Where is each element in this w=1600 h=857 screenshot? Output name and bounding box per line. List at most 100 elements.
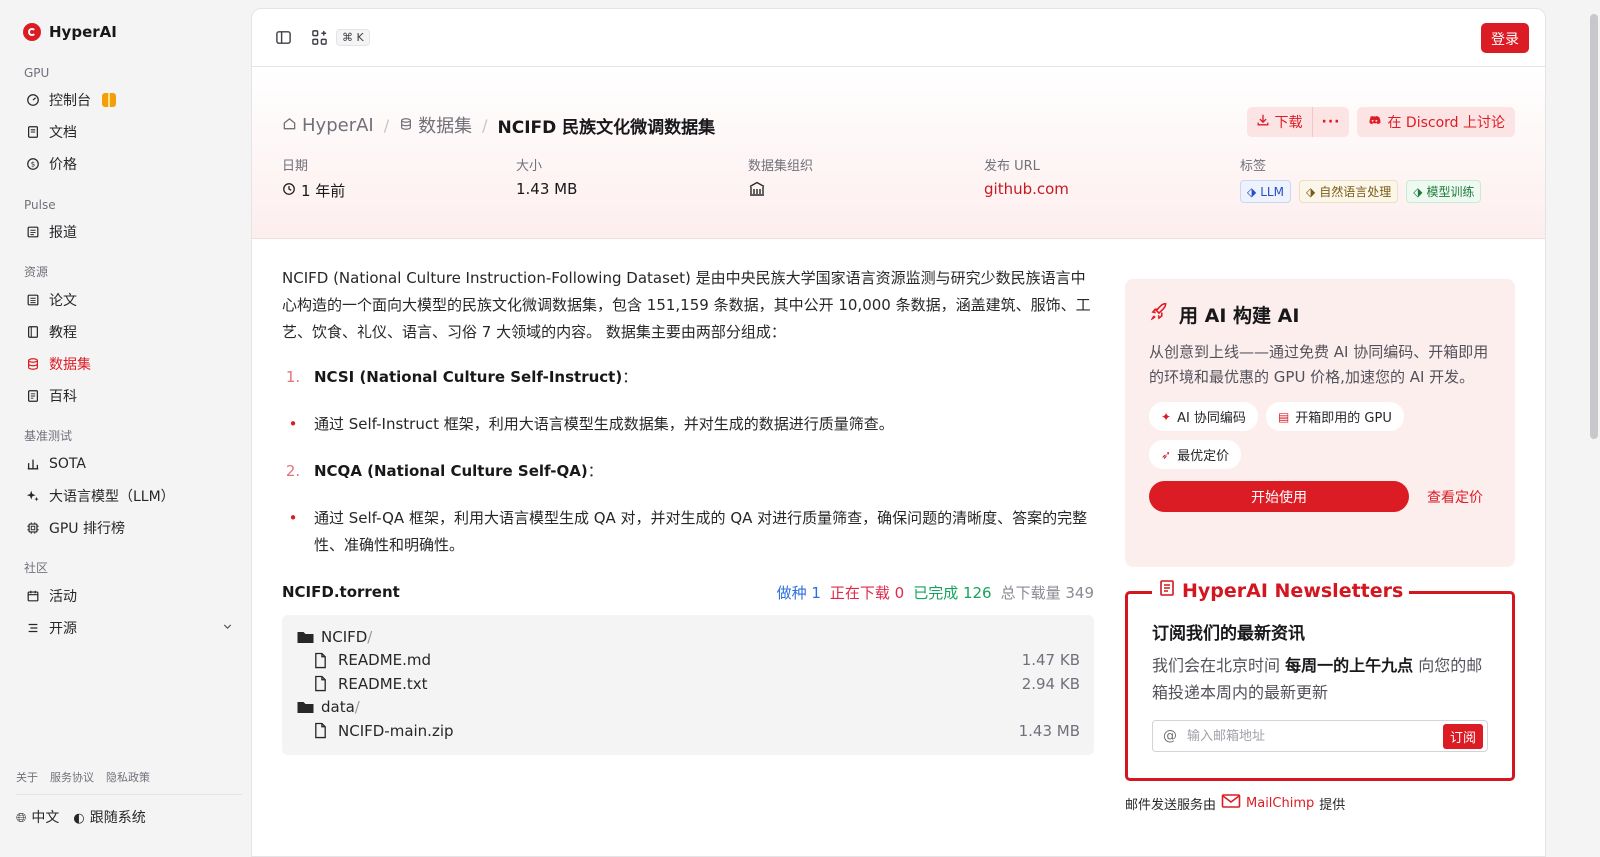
sidebar-item-gpu-leaderboard[interactable]: GPU 排行榜 bbox=[16, 512, 242, 544]
feature-chip: ▤ 开箱即用的 GPU bbox=[1265, 402, 1404, 431]
bullet-icon: • bbox=[288, 509, 298, 527]
meta-tags: 标签 ⬗ LLM ⬗ 自然语言处理 ⬗ 模型训练 bbox=[1240, 155, 1482, 203]
chevron-down-icon[interactable] bbox=[221, 620, 234, 636]
scrollbar[interactable] bbox=[1590, 14, 1598, 439]
sidebar-item-news[interactable]: 报道 bbox=[16, 216, 242, 248]
privacy-link[interactable]: 隐私政策 bbox=[106, 769, 150, 785]
file-row[interactable]: NCIFD-main.zip 1.43 MB bbox=[296, 719, 1080, 743]
section-title-benchmarks: 基准测试 bbox=[24, 429, 73, 443]
brand[interactable]: HyperAI bbox=[16, 0, 242, 64]
tag-nlp[interactable]: ⬗ 自然语言处理 bbox=[1298, 180, 1399, 203]
terms-link[interactable]: 服务协议 bbox=[50, 769, 94, 785]
file-icon bbox=[313, 722, 333, 739]
footer-divider bbox=[16, 794, 242, 795]
list-item: 1. NCSI (National Culture Self-Instruct)… bbox=[282, 364, 1094, 391]
cpu-icon bbox=[26, 521, 40, 535]
theme-icon: ◐ bbox=[73, 811, 85, 826]
menu-lines-icon bbox=[26, 621, 40, 635]
tag-label: 自然语言处理 bbox=[1319, 185, 1392, 199]
dataset-description: NCIFD (National Culture Instruction-Foll… bbox=[282, 265, 1094, 755]
meta-size-value: 1.43 MB bbox=[516, 180, 578, 198]
subscribe-button[interactable]: 订阅 bbox=[1442, 723, 1483, 749]
command-shortcut[interactable]: ⌘ K bbox=[336, 29, 370, 46]
svg-text:$: $ bbox=[31, 161, 35, 169]
folder-slash: / bbox=[354, 698, 360, 717]
sidebar-item-pricing[interactable]: $ 价格 bbox=[16, 148, 242, 180]
breadcrumb-home-label: HyperAI bbox=[302, 114, 374, 136]
file-icon bbox=[313, 652, 333, 669]
source-url-link[interactable]: github.com bbox=[984, 180, 1069, 198]
tag-icon: ⬗ bbox=[1305, 184, 1316, 199]
sidebar-item-open-source[interactable]: 开源 bbox=[16, 612, 242, 644]
tag-llm[interactable]: ⬗ LLM bbox=[1240, 180, 1291, 203]
view-pricing-link[interactable]: 查看定价 bbox=[1427, 487, 1483, 507]
sidebar-item-tutorials[interactable]: 教程 bbox=[16, 316, 242, 348]
feature-chips: ✦ AI 协同编码 ▤ 开箱即用的 GPU ➶ 最优定价 bbox=[1149, 402, 1479, 469]
breadcrumb-separator: / bbox=[482, 115, 488, 135]
sidebar-item-sota[interactable]: SOTA bbox=[16, 448, 242, 480]
theme-switch[interactable]: ◐ 跟随系统 bbox=[73, 807, 145, 827]
home-icon bbox=[282, 115, 297, 136]
language-label: 中文 bbox=[31, 810, 60, 826]
file-size: 1.47 KB bbox=[1021, 651, 1080, 670]
list-number: 1. bbox=[285, 368, 301, 386]
sidebar-item-wiki[interactable]: 百科 bbox=[16, 380, 242, 412]
sidebar-item-papers[interactable]: 论文 bbox=[16, 284, 242, 316]
sparkles-icon: ✦ bbox=[1161, 409, 1172, 424]
rocket-icon: ➶ bbox=[1161, 447, 1172, 462]
sidebar-item-label: 活动 bbox=[49, 589, 77, 605]
server-icon: ▤ bbox=[1277, 409, 1290, 424]
intro-paragraph: NCIFD (National Culture Instruction-Foll… bbox=[282, 269, 1091, 341]
file-row[interactable]: NCIFD / bbox=[296, 625, 1080, 649]
sidebar-item-events[interactable]: 活动 bbox=[16, 580, 242, 612]
main-panel: ⌘ K 登录 HyperAI / 数据集 / NCIFD 民族文化微调数据集 下… bbox=[251, 8, 1546, 857]
language-switch[interactable]: 🌐︎ 中文 bbox=[16, 807, 59, 827]
download-icon bbox=[1256, 113, 1270, 131]
tag-label: 模型训练 bbox=[1426, 185, 1475, 199]
footer-links: 关于 服务协议 隐私政策 bbox=[16, 769, 150, 785]
tag-model-training[interactable]: ⬗ 模型训练 bbox=[1406, 180, 1482, 203]
discord-button[interactable]: 在 Discord 上讨论 bbox=[1357, 107, 1515, 137]
meta-date: 日期 1 年前 bbox=[282, 155, 345, 201]
sidebar-item-llm[interactable]: 大语言模型（LLM） bbox=[16, 480, 242, 512]
newsletter-text-pre: 我们会在北京时间 bbox=[1152, 656, 1286, 675]
component-list: 1. NCSI (National Culture Self-Instruct)… bbox=[282, 364, 1094, 559]
sidebar-item-docs[interactable]: 文档 bbox=[16, 116, 242, 148]
promo-actions: 开始使用 查看定价 bbox=[1149, 481, 1491, 512]
apps-grid-icon[interactable] bbox=[308, 27, 330, 49]
file-row[interactable]: data / bbox=[296, 696, 1080, 720]
file-icon bbox=[313, 675, 333, 692]
sidebar-item-datasets[interactable]: 数据集 bbox=[16, 348, 242, 380]
file-row[interactable]: README.txt 2.94 KB bbox=[296, 672, 1080, 696]
hyperai-logo-icon bbox=[23, 23, 41, 41]
section-title-resources: 资源 bbox=[24, 265, 49, 279]
sidebar-toggle-icon[interactable] bbox=[272, 27, 294, 49]
sidebar-item-label: SOTA bbox=[49, 456, 86, 472]
login-button[interactable]: 登录 bbox=[1481, 22, 1529, 53]
dollar-circle-icon: $ bbox=[26, 157, 40, 171]
book-icon bbox=[26, 125, 40, 139]
tag-label: LLM bbox=[1260, 184, 1284, 199]
gauge-icon bbox=[26, 93, 40, 107]
file-row[interactable]: README.md 1.47 KB bbox=[296, 649, 1080, 673]
breadcrumb-home[interactable]: HyperAI bbox=[282, 115, 374, 136]
discord-icon bbox=[1367, 113, 1382, 132]
about-link[interactable]: 关于 bbox=[16, 769, 38, 785]
start-button[interactable]: 开始使用 bbox=[1149, 481, 1409, 512]
file-size: 2.94 KB bbox=[1021, 674, 1080, 693]
sidebar-item-console[interactable]: 控制台 bbox=[16, 84, 242, 116]
gift-icon bbox=[102, 93, 116, 107]
sidebar-item-label: 价格 bbox=[49, 157, 77, 173]
mailchimp-link[interactable]: MailChimp bbox=[1246, 796, 1314, 811]
institution-icon[interactable] bbox=[748, 180, 813, 198]
email-input[interactable] bbox=[1187, 728, 1443, 744]
notebook-icon bbox=[26, 325, 40, 339]
sidebar-item-label: 报道 bbox=[49, 225, 77, 241]
list-item: • 通过 Self-QA 框架，利用大语言模型生成 QA 对，并对生成的 QA … bbox=[282, 505, 1094, 559]
promo-description: 从创意到上线——通过免费 AI 协同编码、开箱即用的环境和最优惠的 GPU 价格… bbox=[1149, 343, 1489, 386]
newspaper-icon bbox=[1158, 579, 1176, 602]
more-button[interactable]: ··· bbox=[1311, 107, 1350, 137]
download-button[interactable]: 下载 bbox=[1247, 107, 1312, 137]
folder-name: NCIFD bbox=[321, 627, 368, 646]
breadcrumb-datasets[interactable]: 数据集 bbox=[399, 112, 472, 138]
